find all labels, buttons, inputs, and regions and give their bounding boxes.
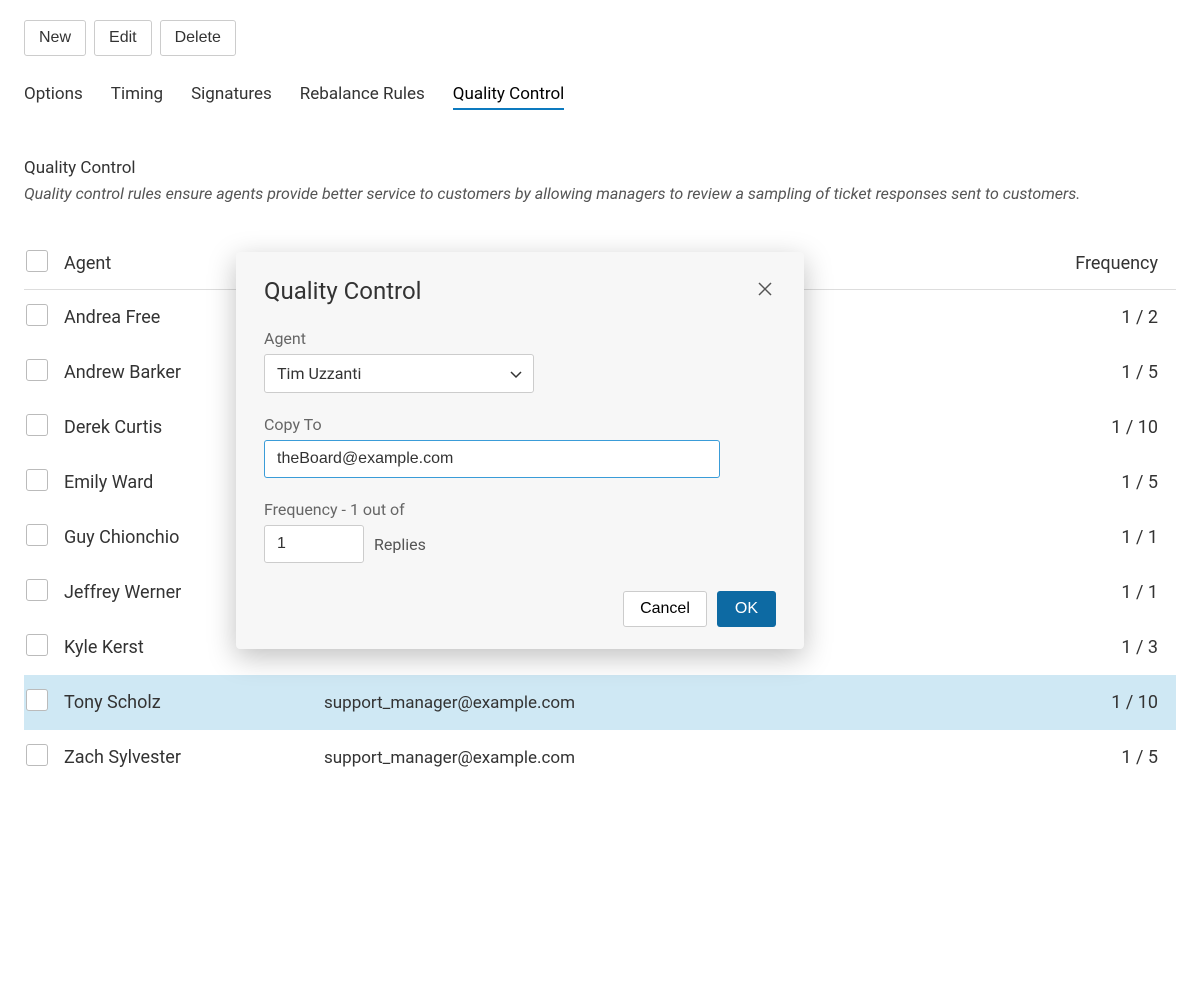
row-checkbox[interactable] — [26, 579, 48, 601]
close-icon[interactable] — [754, 276, 776, 305]
delete-button[interactable]: Delete — [160, 20, 236, 56]
row-frequency: 1 / 2 — [1056, 307, 1176, 328]
new-button[interactable]: New — [24, 20, 86, 56]
row-frequency: 1 / 5 — [1056, 472, 1176, 493]
row-checkbox[interactable] — [26, 304, 48, 326]
row-frequency: 1 / 5 — [1056, 747, 1176, 768]
quality-control-dialog: Quality Control Agent Tim Uzzanti Copy T… — [236, 252, 804, 649]
row-checkbox[interactable] — [26, 744, 48, 766]
row-frequency: 1 / 5 — [1056, 362, 1176, 383]
row-frequency: 1 / 1 — [1056, 582, 1176, 603]
row-checkbox[interactable] — [26, 359, 48, 381]
row-frequency: 1 / 3 — [1056, 637, 1176, 658]
row-copyto: support_manager@example.com — [324, 693, 1056, 713]
ok-button[interactable]: OK — [717, 591, 776, 627]
dialog-title: Quality Control — [264, 277, 421, 305]
copyto-input[interactable] — [264, 440, 720, 478]
row-copyto: support_manager@example.com — [324, 748, 1056, 768]
section-description: Quality control rules ensure agents prov… — [24, 182, 1176, 206]
tab-timing[interactable]: Timing — [111, 84, 163, 110]
tabs: Options Timing Signatures Rebalance Rule… — [24, 84, 1176, 110]
row-frequency: 1 / 1 — [1056, 527, 1176, 548]
row-checkbox[interactable] — [26, 634, 48, 656]
tab-signatures[interactable]: Signatures — [191, 84, 272, 110]
edit-button[interactable]: Edit — [94, 20, 152, 56]
table-row[interactable]: Tony Scholzsupport_manager@example.com1 … — [24, 675, 1176, 730]
row-frequency: 1 / 10 — [1056, 692, 1176, 713]
row-checkbox[interactable] — [26, 469, 48, 491]
tab-options[interactable]: Options — [24, 84, 83, 110]
toolbar: New Edit Delete — [24, 20, 1176, 56]
section-title: Quality Control — [24, 158, 1176, 178]
row-frequency: 1 / 10 — [1056, 417, 1176, 438]
copyto-field-label: Copy To — [264, 415, 776, 434]
row-agent-name: Tony Scholz — [64, 692, 324, 713]
cancel-button[interactable]: Cancel — [623, 591, 707, 627]
replies-label: Replies — [374, 535, 426, 554]
row-checkbox[interactable] — [26, 689, 48, 711]
row-agent-name: Zach Sylvester — [64, 747, 324, 768]
table-row[interactable]: Zach Sylvestersupport_manager@example.co… — [24, 730, 1176, 785]
agent-select[interactable]: Tim Uzzanti — [264, 354, 534, 393]
tab-quality-control[interactable]: Quality Control — [453, 84, 565, 110]
row-checkbox[interactable] — [26, 524, 48, 546]
agent-field-label: Agent — [264, 329, 776, 348]
column-header-frequency[interactable]: Frequency — [1056, 253, 1176, 274]
frequency-field-label: Frequency - 1 out of — [264, 500, 776, 519]
select-all-checkbox[interactable] — [26, 250, 48, 272]
frequency-input[interactable] — [264, 525, 364, 563]
row-checkbox[interactable] — [26, 414, 48, 436]
tab-rebalance-rules[interactable]: Rebalance Rules — [300, 84, 425, 110]
